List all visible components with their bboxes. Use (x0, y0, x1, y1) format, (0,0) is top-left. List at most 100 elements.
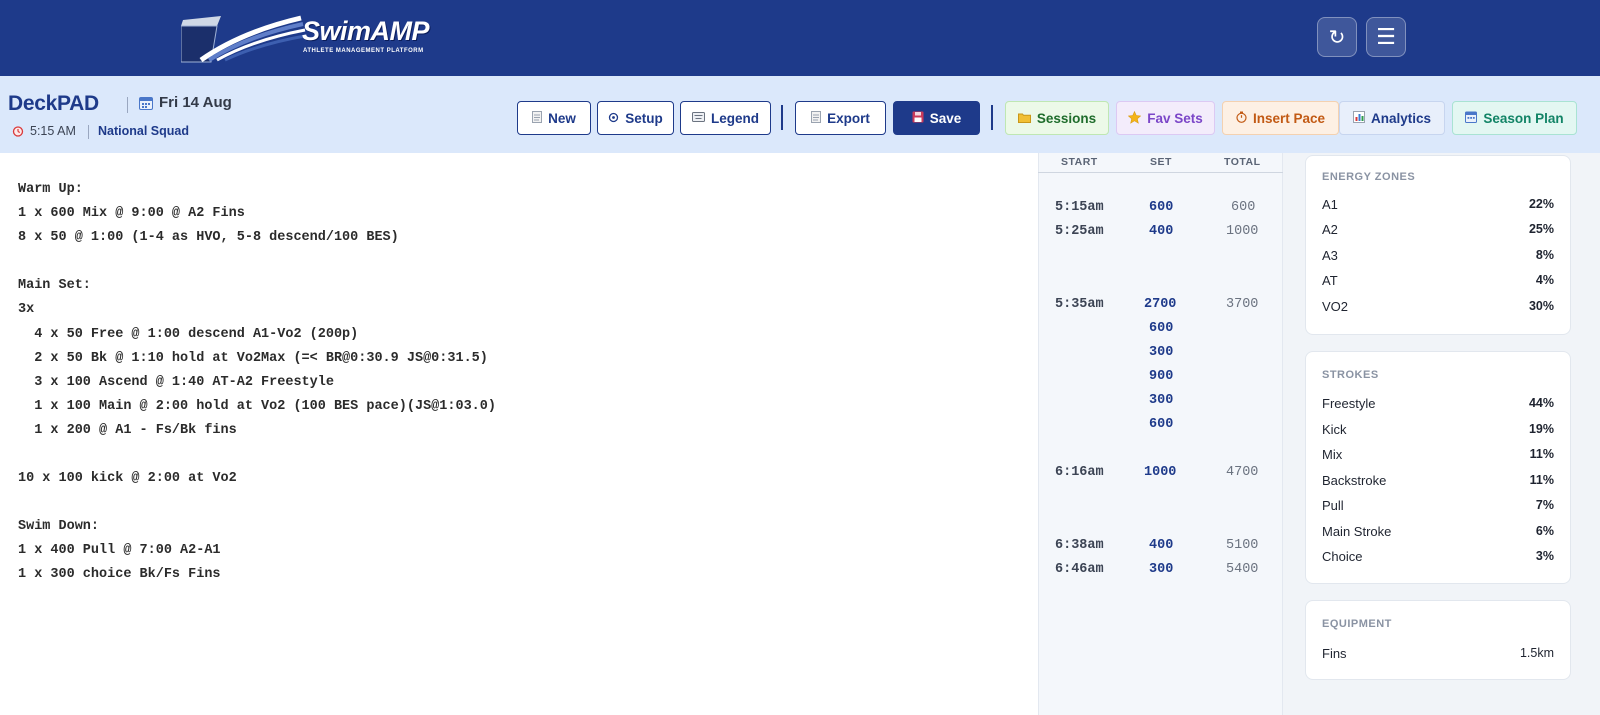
zone-value: 30% (1528, 299, 1554, 313)
editor-line[interactable]: 1 x 600 Mix @ 9:00 @ A2 Fins (18, 206, 245, 221)
set-distance: 400 (1149, 224, 1174, 239)
stroke-value: 19% (1528, 422, 1554, 436)
new-label: New (548, 110, 576, 126)
set-distance: 300 (1149, 393, 1174, 408)
total-column-header: TOTAL (1224, 156, 1261, 168)
stroke-value: 11% (1529, 447, 1554, 461)
hamburger-menu-icon: ☰ (1376, 24, 1396, 50)
setup-button[interactable]: Setup (597, 101, 674, 135)
editor-line[interactable]: 10 x 100 kick @ 2:00 at Vo2 (18, 471, 237, 486)
equipment-label: Fins (1322, 646, 1347, 661)
star-icon (1127, 110, 1142, 126)
toolbar-divider-2 (991, 105, 993, 130)
stroke-label: Freestyle (1322, 396, 1376, 411)
equipment-value: 1.5km (1519, 646, 1554, 660)
save-button[interactable]: Save (893, 101, 980, 135)
start-time: 5:35am (1055, 297, 1104, 312)
zone-value: 4% (1535, 273, 1554, 287)
start-time: 5:15am (1055, 200, 1104, 215)
zone-label: A2 (1322, 222, 1338, 237)
insert-pace-button[interactable]: Insert Pace (1222, 101, 1339, 135)
stroke-label: Kick (1322, 422, 1347, 437)
stroke-value: 3% (1535, 549, 1554, 563)
editor-line[interactable]: 2 x 50 Bk @ 1:10 hold at Vo2Max (=< BR@0… (18, 351, 488, 366)
stroke-label: Backstroke (1322, 473, 1387, 488)
menu-button[interactable]: ☰ (1366, 17, 1406, 57)
season-plan-label: Season Plan (1483, 110, 1564, 126)
strokes-card: STROKES Freestyle 44% Kick 19% Mix 11% B… (1305, 351, 1571, 584)
editor-line[interactable]: Swim Down: (18, 519, 99, 534)
total-distance: 3700 (1226, 297, 1259, 312)
start-time: 5:25am (1055, 224, 1104, 239)
stopwatch-icon (1236, 111, 1247, 125)
setup-label: Setup (625, 110, 663, 126)
total-distance: 5100 (1226, 538, 1259, 553)
folder-icon (1017, 112, 1031, 125)
set-distance: 600 (1149, 321, 1174, 336)
zone-label: A1 (1322, 197, 1338, 212)
editor-line[interactable]: 1 x 200 @ A1 - Fs/Bk fins (18, 423, 237, 438)
start-time: 6:38am (1055, 538, 1104, 553)
document-icon (532, 111, 543, 125)
swimamp-logo[interactable]: SwimAMP ATHLETE MANAGEMENT PLATFORM (180, 12, 431, 64)
equipment-card: EQUIPMENT Fins 1.5km (1305, 600, 1571, 680)
stroke-label: Pull (1322, 498, 1344, 513)
zone-label: A3 (1322, 248, 1338, 263)
strokes-title: STROKES (1322, 369, 1379, 381)
squad-name[interactable]: National Squad (98, 124, 189, 138)
fav-sets-button[interactable]: Fav Sets (1116, 101, 1215, 135)
energy-zones-card: ENERGY ZONES A1 22% A2 25% A3 8% AT 4% V… (1305, 155, 1571, 335)
stroke-value: 11% (1529, 473, 1554, 487)
logo-emblem-icon (180, 15, 306, 63)
stroke-label: Main Stroke (1322, 524, 1392, 539)
editor-line[interactable]: 1 x 400 Pull @ 7:00 A2-A1 (18, 543, 221, 558)
title-divider (127, 97, 128, 113)
refresh-button[interactable]: ↻ (1317, 17, 1357, 57)
document-icon (811, 111, 822, 125)
total-distance: 4700 (1226, 465, 1259, 480)
editor-line[interactable]: 4 x 50 Free @ 1:00 descend A1-Vo2 (200p) (18, 327, 358, 342)
editor-line[interactable]: 8 x 50 @ 1:00 (1-4 as HVO, 5-8 descend/1… (18, 230, 399, 245)
session-time[interactable]: 5:15 AM (12, 124, 76, 138)
new-button[interactable]: New (517, 101, 591, 135)
editor-line[interactable]: Warm Up: (18, 182, 83, 197)
total-distance: 5400 (1226, 562, 1259, 577)
app-title: DeckPAD (8, 92, 99, 115)
timing-header-divider (1038, 172, 1283, 173)
legend-button[interactable]: Legend (680, 101, 771, 135)
zone-label: VO2 (1322, 299, 1349, 314)
total-distance: 1000 (1226, 224, 1259, 239)
editor-line[interactable]: 1 x 300 choice Bk/Fs Fins (18, 567, 221, 582)
analytics-button[interactable]: Analytics (1339, 101, 1445, 135)
stroke-value: 7% (1535, 498, 1554, 512)
start-time: 6:46am (1055, 562, 1104, 577)
editor-line[interactable]: 3x (18, 302, 34, 317)
export-button[interactable]: Export (795, 101, 886, 135)
logo-text: SwimAMP (302, 16, 430, 46)
set-distance: 600 (1149, 417, 1174, 432)
calendar-icon (1465, 111, 1478, 125)
set-distance: 2700 (1144, 297, 1177, 312)
start-column-header: START (1061, 156, 1098, 168)
floppy-disk-icon (912, 111, 924, 125)
stroke-label: Choice (1322, 549, 1363, 564)
editor-line[interactable]: 3 x 100 Ascend @ 1:40 AT-A2 Freestyle (18, 375, 334, 390)
zone-value: 8% (1535, 248, 1554, 262)
editor-line[interactable]: Main Set: (18, 278, 91, 293)
total-distance: 600 (1231, 200, 1256, 215)
zone-value: 22% (1528, 197, 1554, 211)
sessions-button[interactable]: Sessions (1005, 101, 1109, 135)
fav-sets-label: Fav Sets (1147, 110, 1203, 126)
set-distance: 300 (1149, 345, 1174, 360)
session-date-text: Fri 14 Aug (159, 94, 232, 111)
export-label: Export (827, 110, 870, 126)
set-distance: 600 (1149, 200, 1174, 215)
bar-chart-icon (1352, 111, 1365, 125)
editor-line[interactable]: 1 x 100 Main @ 2:00 hold at Vo2 (100 BES… (18, 399, 496, 414)
set-distance: 400 (1149, 538, 1174, 553)
insert-pace-label: Insert Pace (1252, 110, 1326, 126)
season-plan-button[interactable]: Season Plan (1452, 101, 1577, 135)
equipment-title: EQUIPMENT (1322, 618, 1392, 630)
session-date[interactable]: Fri 14 Aug (139, 94, 232, 111)
keyboard-icon (691, 112, 705, 124)
